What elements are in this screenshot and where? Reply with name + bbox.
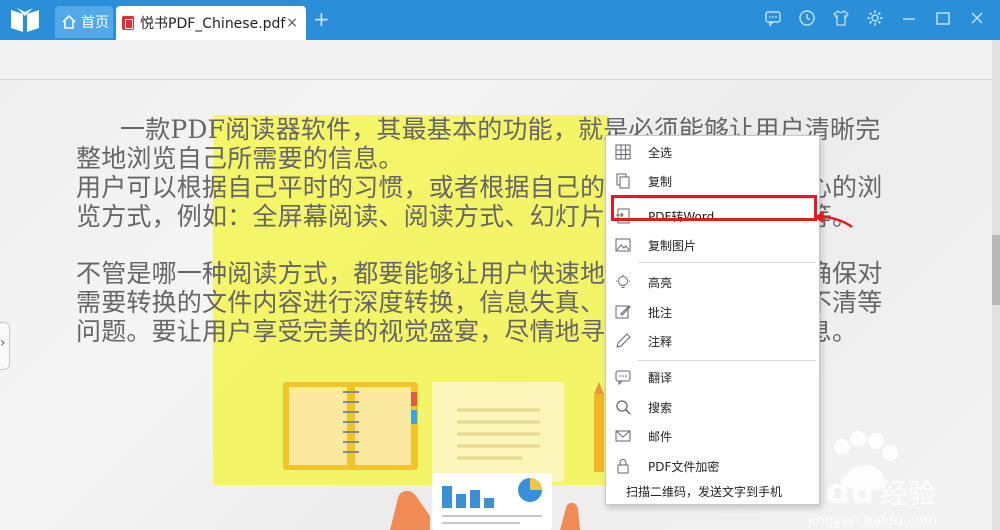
pdf-file-icon [122,16,134,30]
vertical-scrollbar[interactable] [992,40,1000,530]
tab-home[interactable]: 首页 [55,6,113,38]
gear-icon[interactable] [866,9,884,27]
hands-chart-illustration [390,473,580,530]
previous-page-edge [0,40,992,80]
menu-item-copy[interactable]: 复制 [606,167,821,195]
home-icon [62,14,76,29]
menu-item-highlight[interactable]: 高亮 [606,268,821,296]
annotate-icon [615,305,631,319]
context-menu: 全选 复制 PDF转Word 复制图片 高亮 批注 注释 翻译 搜索 邮件 PD… [605,135,820,505]
side-panel-toggle[interactable] [0,322,10,370]
mail-icon [615,430,631,442]
menu-item-note[interactable]: 注释 [606,327,821,355]
notebook-illustration [283,382,418,470]
menu-item-encrypt[interactable]: PDF文件加密 [606,452,821,480]
document-viewport[interactable]: 一款PDF阅读器软件，其最基本的功能，就是必须能够让用户清晰完整地浏览自己所需要… [0,40,1000,530]
window-controls [764,9,986,27]
tab-close-button[interactable]: × [286,15,298,31]
translate-icon [615,370,631,385]
annotation-highlight-box [611,195,817,221]
copy-icon [616,173,630,189]
maximize-icon[interactable] [934,9,952,27]
lock-icon [617,459,629,474]
menu-item-annotate[interactable]: 批注 [606,298,821,326]
menu-separator [638,360,816,361]
minimize-icon[interactable] [900,9,918,27]
svg-text:经验: 经验 [880,477,936,510]
grid-icon [615,144,631,160]
comment-icon[interactable] [764,9,782,27]
menu-separator [638,262,816,263]
search-icon [616,400,631,415]
clock-icon[interactable] [798,9,816,27]
image-icon [615,238,631,252]
pen-icon [616,333,631,348]
menu-item-translate[interactable]: 翻译 [606,363,821,391]
close-icon[interactable] [968,9,986,27]
tab-document-label: 悦书PDF_Chinese.pdf [140,16,286,32]
pencil-illustration [594,382,604,472]
menu-footer-qr-hint[interactable]: 扫描二维码，发送文字到手机 [606,480,821,502]
menu-item-mail[interactable]: 邮件 [606,422,821,450]
tab-home-label: 首页 [81,15,109,31]
svg-text:jingyan.baidu.com: jingyan.baidu.com [807,513,937,529]
svg-text:du: du [826,472,875,512]
menu-item-select-all[interactable]: 全选 [606,138,821,166]
scrollbar-thumb[interactable] [992,235,1000,305]
app-logo-icon [11,8,39,32]
paper-illustration [432,382,564,482]
shirt-icon[interactable] [832,9,850,27]
new-tab-button[interactable]: + [313,9,330,29]
tab-document[interactable]: 悦书PDF_Chinese.pdf × [116,6,306,40]
bulb-icon [616,274,630,288]
annotation-arrow-icon [814,211,853,229]
menu-item-search[interactable]: 搜索 [606,393,821,421]
title-bar: 首页 悦书PDF_Chinese.pdf × + [0,0,1000,40]
menu-item-copy-image[interactable]: 复制图片 [606,231,821,259]
